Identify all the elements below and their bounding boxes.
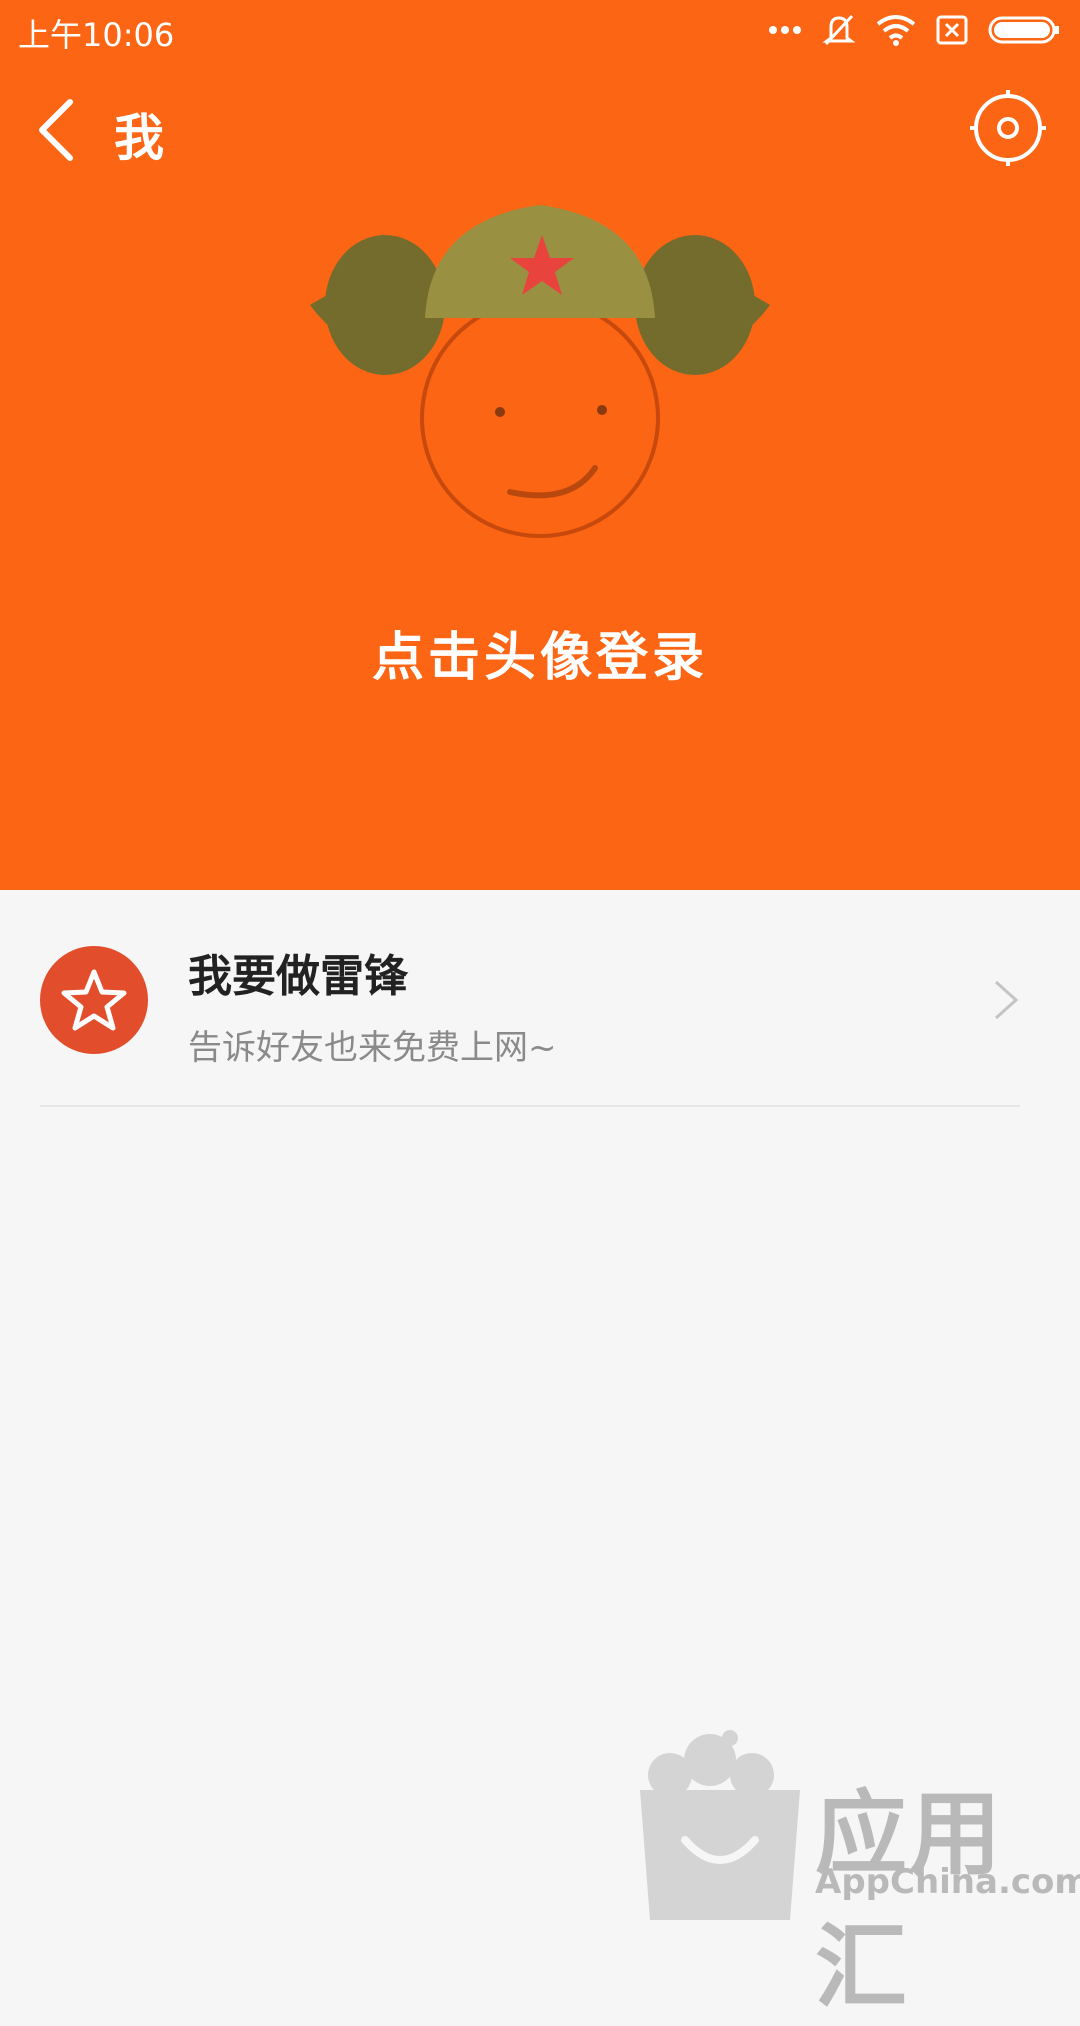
list-item-title: 我要做雷锋: [188, 951, 408, 1002]
chevron-right-icon: [994, 980, 1019, 1020]
list-item-share[interactable]: [0, 890, 1080, 1106]
mute-icon: [822, 14, 856, 46]
status-time: 上午10:06: [18, 16, 175, 54]
page-title: 我: [114, 109, 164, 167]
battery-icon: [988, 16, 1059, 44]
login-prompt[interactable]: 点击头像登录: [0, 615, 1080, 690]
sim-none-icon: [936, 15, 968, 45]
divider: [40, 1105, 1020, 1107]
list-item-subtitle: 告诉好友也来免费上网~: [188, 1028, 557, 1068]
wifi-icon: [876, 15, 916, 46]
avatar-login[interactable]: [310, 200, 770, 550]
status-bar: 上午10:06: [0, 0, 1080, 58]
profile-header: 上午10:06 我 点击头像登录: [0, 0, 1080, 890]
status-icons: [768, 10, 1060, 50]
watermark-en: AppChina.com: [815, 1862, 1080, 1902]
star-icon: [40, 946, 148, 1054]
back-button[interactable]: [34, 96, 82, 164]
more-dots-icon: [769, 26, 801, 34]
settings-icon[interactable]: [970, 90, 1046, 166]
